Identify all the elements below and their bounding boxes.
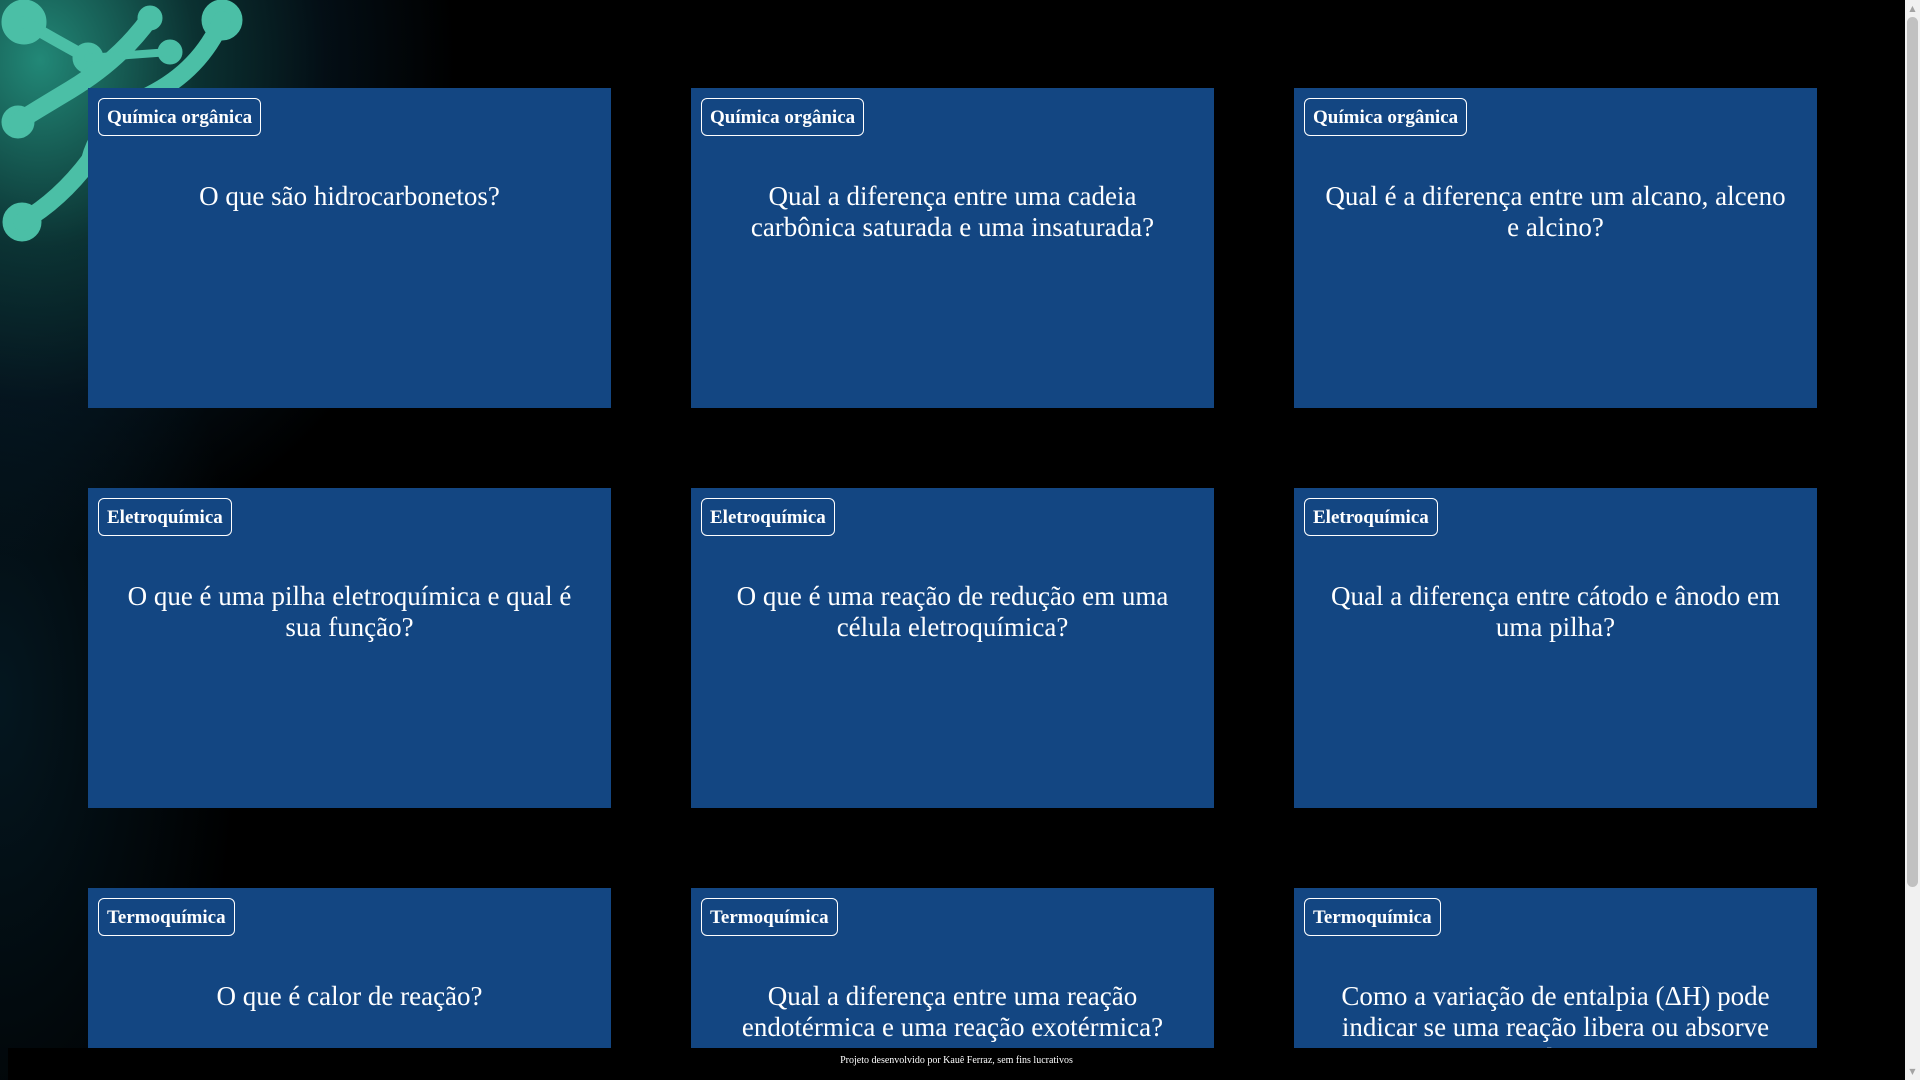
card-question: O que é uma reação de redução em uma cél… — [736, 581, 1169, 642]
card-question: O que é uma pilha eletroquímica e qual é… — [127, 581, 572, 642]
topic-tag: Termoquímica — [701, 898, 838, 936]
vertical-scrollbar[interactable]: ▲ ▼ — [1905, 0, 1920, 1080]
footer: Projeto desenvolvido por Kauê Ferraz, se… — [8, 1048, 1905, 1080]
card-question: Qual é a diferença entre um alcano, alce… — [1325, 181, 1786, 242]
page: Química orgânica O que são hidrocarbonet… — [0, 0, 1905, 1080]
topic-tag: Eletroquímica — [701, 498, 835, 536]
topic-tag: Termoquímica — [1304, 898, 1441, 936]
scroll-down-icon[interactable]: ▼ — [1905, 1063, 1920, 1080]
card-question: Qual a diferença entre uma cadeia carbôn… — [750, 181, 1155, 242]
scrollbar-thumb[interactable] — [1907, 17, 1918, 887]
card-question: Qual a diferença entre cátodo e ânodo em… — [1330, 581, 1781, 642]
card-question: Qual a diferença entre uma reação endoté… — [741, 981, 1164, 1042]
flashcard[interactable]: Eletroquímica Qual a diferença entre cát… — [1294, 488, 1817, 808]
topic-tag: Química orgânica — [701, 98, 865, 136]
flashcard[interactable]: Eletroquímica O que é uma reação de redu… — [691, 488, 1214, 808]
flashcard[interactable]: Química orgânica O que são hidrocarbonet… — [88, 88, 611, 408]
topic-tag: Eletroquímica — [1304, 498, 1438, 536]
topic-tag: Química orgânica — [98, 98, 262, 136]
topic-tag: Eletroquímica — [98, 498, 232, 536]
flashcard[interactable]: Química orgânica Qual é a diferença entr… — [1294, 88, 1817, 408]
topic-tag: Química orgânica — [1304, 98, 1468, 136]
card-question: O que são hidrocarbonetos? — [199, 181, 500, 211]
flashcard[interactable]: Eletroquímica O que é uma pilha eletroqu… — [88, 488, 611, 808]
scroll-up-icon[interactable]: ▲ — [1905, 0, 1920, 17]
topic-tag: Termoquímica — [98, 898, 235, 936]
flashcard[interactable]: Química orgânica Qual a diferença entre … — [691, 88, 1214, 408]
card-question: O que é calor de reação? — [216, 981, 483, 1011]
footer-text: Projeto desenvolvido por Kauê Ferraz, se… — [840, 1055, 1073, 1066]
